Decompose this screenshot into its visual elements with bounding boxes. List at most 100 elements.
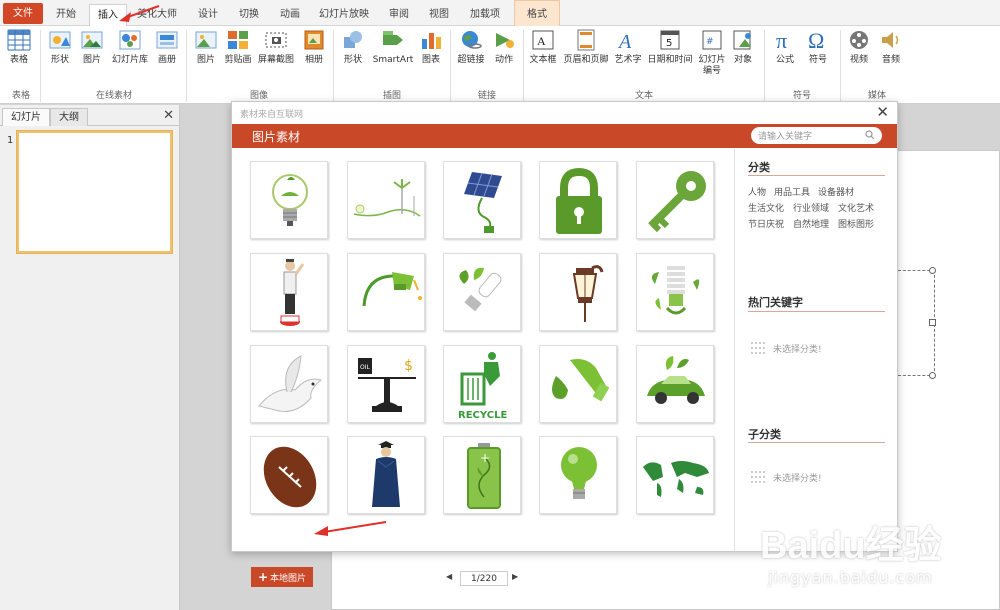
- image-thumb-eco-car[interactable]: [636, 345, 714, 423]
- prev-page-icon[interactable]: ◀: [446, 572, 452, 581]
- search-input[interactable]: 请输入关键字: [751, 127, 882, 144]
- tab-outline[interactable]: 大纲: [50, 108, 88, 126]
- wordart-button[interactable]: A 艺术字: [612, 29, 644, 66]
- close-icon[interactable]: ✕: [876, 103, 889, 121]
- image-thumb-scale[interactable]: OIL $: [347, 345, 425, 423]
- category-icons[interactable]: 图标图形: [838, 217, 874, 230]
- resize-handle[interactable]: [929, 267, 936, 274]
- category-arts[interactable]: 文化艺术: [838, 201, 874, 214]
- list-icon: [751, 342, 765, 354]
- datetime-button[interactable]: 5 日期和时间: [646, 29, 694, 66]
- shapes-online-label: 形状: [50, 55, 69, 65]
- recycle-bin-icon: RECYCLE: [458, 352, 507, 421]
- tab-slides[interactable]: 幻灯片: [2, 108, 50, 126]
- image-thumb-policeman[interactable]: [250, 253, 328, 331]
- dialog-title: 图片素材: [252, 130, 301, 144]
- image-thumb-lock[interactable]: [539, 161, 617, 239]
- next-page-icon[interactable]: ▶: [512, 572, 518, 581]
- category-nature[interactable]: 自然地理: [793, 217, 829, 230]
- fuel-nozzle-icon: [362, 272, 422, 307]
- slide-library-icon: [119, 30, 141, 50]
- red-arrow-icon: [119, 5, 160, 22]
- action-label: 动作: [494, 55, 513, 65]
- image-thumb-world-map[interactable]: [636, 436, 714, 514]
- category-festivals[interactable]: 节日庆祝: [748, 217, 784, 230]
- tab-animations[interactable]: 动画: [272, 4, 308, 26]
- slide-number-button[interactable]: # 幻灯片编号: [697, 29, 727, 77]
- image-thumb-graduate[interactable]: [347, 436, 425, 514]
- tab-slideshow[interactable]: 幻灯片放映: [313, 4, 375, 26]
- tab-home[interactable]: 开始: [46, 4, 86, 26]
- category-industry[interactable]: 行业领域: [793, 201, 829, 214]
- image-thumb-football[interactable]: [250, 436, 328, 514]
- image-thumb-bulb[interactable]: [250, 161, 328, 239]
- textbox-button[interactable]: A 文本框: [528, 29, 558, 66]
- image-thumb-key[interactable]: [636, 161, 714, 239]
- tab-format[interactable]: 格式: [514, 0, 560, 26]
- category-tools[interactable]: 用品工具: [774, 185, 810, 198]
- table-button[interactable]: 表格: [5, 29, 33, 66]
- hyperlink-button[interactable]: 超链接: [455, 29, 487, 66]
- divider: [748, 442, 885, 443]
- picture-material-dialog: 素材来自互联网 ✕ 图片素材 请输入关键字 OIL $ RECYCLE + + …: [231, 101, 898, 587]
- hyperlink-label: 超链接: [457, 55, 485, 65]
- equation-button[interactable]: π 公式: [770, 29, 800, 66]
- category-life-culture[interactable]: 生活文化: [748, 201, 784, 214]
- image-thumb-dove[interactable]: [250, 345, 328, 423]
- image-thumb-lamp[interactable]: [539, 253, 617, 331]
- image-thumb-windmill[interactable]: [347, 161, 425, 239]
- image-thumb-recycle[interactable]: RECYCLE: [443, 345, 521, 423]
- chart-button[interactable]: 图表: [418, 29, 444, 66]
- clipart-button[interactable]: 剪贴画: [222, 29, 254, 66]
- globe-icon: [462, 31, 482, 49]
- image-thumb-eco-bulb[interactable]: [443, 253, 521, 331]
- image-thumb-solar[interactable]: [443, 161, 521, 239]
- symbol-button[interactable]: Ω 符号: [803, 29, 833, 66]
- image-thumb-green-bulb[interactable]: [539, 436, 617, 514]
- close-panel-icon[interactable]: ✕: [163, 108, 174, 124]
- slide-library-button[interactable]: 幻灯片库: [108, 29, 152, 66]
- divider: [840, 30, 841, 102]
- subcategory-heading: 子分类: [748, 428, 781, 441]
- picture-online-button[interactable]: 图片: [78, 29, 106, 66]
- image-thumb-fuel-nozzle[interactable]: [347, 253, 425, 331]
- search-icon[interactable]: [865, 130, 875, 140]
- image-thumb-cfl[interactable]: [636, 253, 714, 331]
- tab-design[interactable]: 设计: [190, 4, 226, 26]
- resize-handle[interactable]: [929, 319, 936, 326]
- audio-button[interactable]: 音频: [877, 29, 905, 66]
- photo-album-button[interactable]: 相册: [300, 29, 328, 66]
- tab-transitions[interactable]: 切换: [231, 4, 267, 26]
- add-local-picture-button[interactable]: + 本地图片: [251, 567, 313, 587]
- video-button[interactable]: 视频: [845, 29, 873, 66]
- tab-view[interactable]: 视图: [421, 4, 457, 26]
- smartart-button[interactable]: SmartArt: [370, 29, 416, 66]
- slide-thumbnail[interactable]: [17, 131, 172, 253]
- action-button[interactable]: 动作: [490, 29, 518, 66]
- wordart-icon: A: [617, 31, 632, 51]
- world-map-icon: [643, 461, 709, 497]
- album-online-button[interactable]: 画册: [153, 29, 181, 66]
- screenshot-button[interactable]: 屏幕截图: [256, 29, 296, 66]
- dove-icon: [258, 355, 323, 412]
- shapes-button[interactable]: 形状: [339, 29, 367, 66]
- wordart-label: 艺术字: [614, 55, 642, 65]
- object-button[interactable]: 对象: [730, 29, 756, 66]
- category-people[interactable]: 人物: [748, 185, 766, 198]
- tab-addins[interactable]: 加载项: [462, 4, 508, 26]
- divider: [450, 30, 451, 102]
- category-equipment[interactable]: 设备器材: [818, 185, 854, 198]
- action-icon: [496, 33, 514, 48]
- picture-button[interactable]: 图片: [193, 29, 219, 66]
- image-thumb-battery[interactable]: +: [443, 436, 521, 514]
- shapes-online-button[interactable]: 形状: [46, 29, 74, 66]
- page-indicator[interactable]: 1/220: [460, 571, 508, 586]
- shapes-icon: [49, 31, 71, 49]
- svg-text:#: #: [706, 37, 714, 47]
- tab-review[interactable]: 审阅: [381, 4, 417, 26]
- tab-file[interactable]: 文件: [3, 3, 43, 24]
- object-icon: [733, 30, 751, 50]
- header-footer-button[interactable]: 页眉和页脚: [561, 29, 611, 66]
- resize-handle[interactable]: [929, 372, 936, 379]
- image-thumb-fuel-drop[interactable]: [539, 345, 617, 423]
